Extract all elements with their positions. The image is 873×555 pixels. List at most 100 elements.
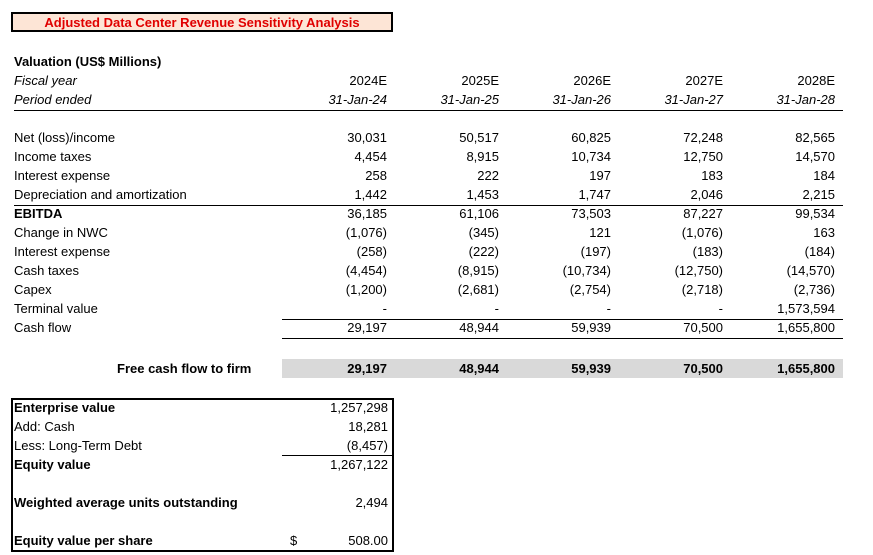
equity-rule — [282, 455, 392, 456]
row-value: (12,750) — [674, 263, 723, 278]
row-value: 2,046 — [690, 187, 723, 202]
row-label: Change in NWC — [14, 225, 108, 240]
row-value: 1,453 — [466, 187, 499, 202]
row-value: (183) — [692, 244, 723, 259]
row-value: (14,570) — [786, 263, 835, 278]
row-value: 82,565 — [795, 130, 835, 145]
row-value: 14,570 — [795, 149, 835, 164]
currency-symbol: $ — [290, 533, 298, 548]
row-value: 50,517 — [459, 130, 499, 145]
year-header: 2024E — [349, 73, 387, 88]
row-value: 99,534 — [795, 206, 835, 221]
fcf-value: 59,939 — [571, 361, 611, 376]
row-value: (2,736) — [793, 282, 835, 297]
equity-value: 1,267,122 — [330, 457, 388, 472]
row-value: 183 — [701, 168, 723, 183]
row-value: (1,200) — [345, 282, 387, 297]
row-value: 87,227 — [683, 206, 723, 221]
row-value: 258 — [365, 168, 387, 183]
period-header: 31-Jan-25 — [440, 92, 499, 107]
per-share-label: Equity value per share — [14, 533, 153, 548]
period-header: 31-Jan-28 — [776, 92, 835, 107]
cashflow-top-rule — [282, 319, 843, 320]
row-value: (184) — [804, 244, 835, 259]
row-value: 61,106 — [459, 206, 499, 221]
row-value: 2,215 — [802, 187, 835, 202]
row-label: Interest expense — [14, 244, 111, 259]
row-value: (345) — [468, 225, 499, 240]
year-header: 2027E — [685, 73, 723, 88]
row-value: (258) — [356, 244, 387, 259]
ebitda-top-rule — [14, 205, 843, 206]
row-label: Net (loss)/income — [14, 130, 116, 145]
cashflow-bottom-rule — [282, 338, 843, 339]
fcf-value: 48,944 — [459, 361, 499, 376]
row-value: (10,734) — [562, 263, 611, 278]
cash-value: 18,281 — [348, 419, 388, 434]
year-header: 2025E — [461, 73, 499, 88]
row-label: Capex — [14, 282, 52, 297]
row-value: 184 — [813, 168, 835, 183]
row-value: - — [718, 301, 723, 316]
row-label: Cash taxes — [14, 263, 80, 278]
row-value: 36,185 — [347, 206, 387, 221]
per-share-value: 508.00 — [348, 533, 388, 548]
row-value: (197) — [580, 244, 611, 259]
year-header: 2026E — [573, 73, 611, 88]
fcf-label: Free cash flow to firm — [117, 361, 252, 376]
row-value: 30,031 — [347, 130, 387, 145]
row-value: 4,454 — [354, 149, 387, 164]
row-value: (1,076) — [345, 225, 387, 240]
row-value: 59,939 — [571, 320, 611, 335]
row-value: (8,915) — [457, 263, 499, 278]
row-value: 163 — [813, 225, 835, 240]
enterprise-value-label: Enterprise value — [14, 400, 116, 415]
fiscal-year-label: Fiscal year — [14, 73, 77, 88]
row-value: 222 — [477, 168, 499, 183]
row-value: (2,681) — [457, 282, 499, 297]
debt-value: (8,457) — [346, 438, 388, 453]
row-value: 12,750 — [683, 149, 723, 164]
row-value: (2,754) — [569, 282, 611, 297]
row-value: - — [494, 301, 499, 316]
row-label: EBITDA — [14, 206, 63, 221]
row-value: (4,454) — [345, 263, 387, 278]
year-header: 2028E — [797, 73, 835, 88]
row-value: (1,076) — [681, 225, 723, 240]
units-value: 2,494 — [355, 495, 388, 510]
sheet-title-box: Adjusted Data Center Revenue Sensitivity… — [11, 12, 393, 32]
row-value: 73,503 — [571, 206, 611, 221]
period-header: 31-Jan-24 — [328, 92, 387, 107]
row-label: Income taxes — [14, 149, 92, 164]
row-value: 70,500 — [683, 320, 723, 335]
row-value: - — [606, 301, 611, 316]
row-value: (2,718) — [681, 282, 723, 297]
fcf-value: 70,500 — [683, 361, 723, 376]
row-value: 48,944 — [459, 320, 499, 335]
row-label: Interest expense — [14, 168, 111, 183]
units-label: Weighted average units outstanding — [14, 495, 238, 510]
row-label: Depreciation and amortization — [14, 187, 187, 202]
period-header: 31-Jan-26 — [552, 92, 611, 107]
sheet-title: Adjusted Data Center Revenue Sensitivity… — [44, 15, 360, 30]
period-ended-label: Period ended — [14, 92, 92, 107]
row-value: 1,655,800 — [777, 320, 835, 335]
row-value: - — [382, 301, 387, 316]
row-value: 8,915 — [466, 149, 499, 164]
cash-label: Add: Cash — [14, 419, 75, 434]
row-value: 10,734 — [571, 149, 611, 164]
header-underline — [14, 110, 843, 111]
row-value: 60,825 — [571, 130, 611, 145]
debt-label: Less: Long-Term Debt — [14, 438, 142, 453]
section-heading: Valuation (US$ Millions) — [14, 54, 162, 69]
row-value: 1,442 — [354, 187, 387, 202]
row-value: 121 — [589, 225, 611, 240]
fcf-value: 1,655,800 — [777, 361, 835, 376]
row-value: 197 — [589, 168, 611, 183]
row-value: 1,747 — [578, 187, 611, 202]
period-header: 31-Jan-27 — [664, 92, 723, 107]
equity-value-label: Equity value — [14, 457, 91, 472]
enterprise-value: 1,257,298 — [330, 400, 388, 415]
row-value: 1,573,594 — [777, 301, 835, 316]
row-label: Terminal value — [14, 301, 98, 316]
